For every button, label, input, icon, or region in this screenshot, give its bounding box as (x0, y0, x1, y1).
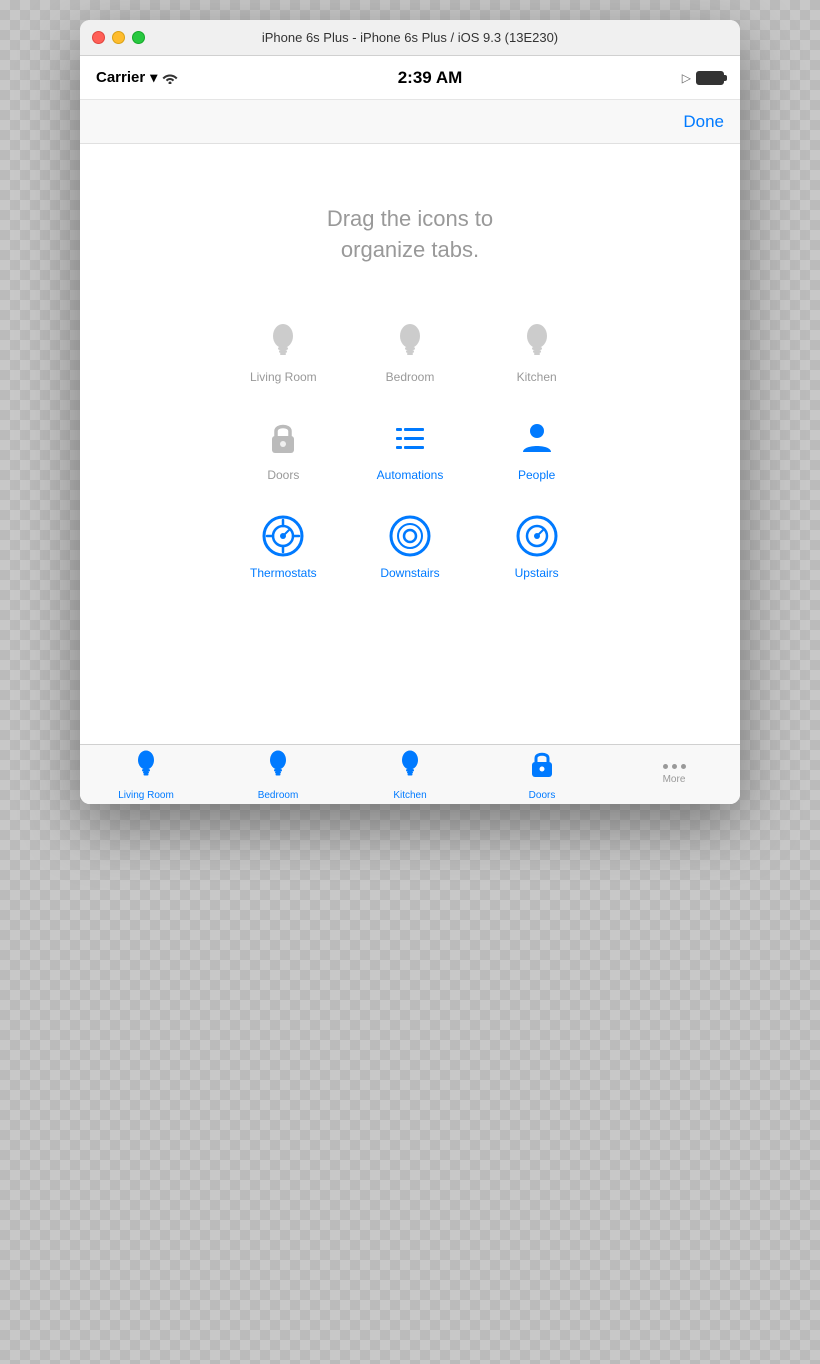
drag-hint-text: Drag the icons toorganize tabs. (327, 204, 493, 266)
icon-label-downstairs: Downstairs (380, 566, 439, 580)
wifi-signal-icon (162, 72, 178, 84)
mac-window-buttons (92, 31, 145, 44)
dot-1 (663, 764, 668, 769)
list-item[interactable]: Upstairs (483, 512, 590, 580)
tab-label-doors: Doors (529, 790, 556, 801)
icon-label-upstairs: Upstairs (515, 566, 559, 580)
list-item[interactable]: Automations (357, 414, 464, 482)
list-item[interactable]: Doors (230, 414, 337, 482)
dot-3 (681, 764, 686, 769)
tab-bedroom[interactable]: Bedroom (212, 745, 344, 804)
list-item[interactable]: Downstairs (357, 512, 464, 580)
iphone-frame: Carrier ▾ 2:39 AM ▷ Done Drag the icons … (80, 56, 740, 804)
status-left: Carrier ▾ (96, 69, 178, 86)
minimize-window-button[interactable] (112, 31, 125, 44)
icon-label-thermostats: Thermostats (250, 566, 317, 580)
tab-label-kitchen: Kitchen (393, 790, 426, 801)
mac-window: iPhone 6s Plus - iPhone 6s Plus / iOS 9.… (80, 20, 740, 804)
dot-2 (672, 764, 677, 769)
done-button[interactable]: Done (683, 112, 724, 132)
tab-bulb-icon-bedroom (264, 748, 292, 787)
wifi-icon: ▾ (150, 69, 157, 86)
tab-label-living-room: Living Room (118, 790, 174, 801)
location-icon: ▷ (682, 71, 691, 85)
tab-label-bedroom: Bedroom (258, 790, 299, 801)
nav-bar: Done (80, 100, 740, 144)
bulb-icon (259, 316, 307, 364)
tab-bar: Living Room Bedroom (80, 744, 740, 804)
tab-more[interactable]: More (608, 745, 740, 804)
tab-kitchen[interactable]: Kitchen (344, 745, 476, 804)
icon-label-doors: Doors (267, 468, 299, 482)
bulb-icon (386, 316, 434, 364)
window-title: iPhone 6s Plus - iPhone 6s Plus / iOS 9.… (262, 30, 558, 45)
upstairs-icon (513, 512, 561, 560)
tab-bulb-icon-living (132, 748, 160, 787)
icon-label-automations: Automations (377, 468, 444, 482)
lock-icon (259, 414, 307, 462)
status-right: ▷ (682, 71, 724, 85)
list-item[interactable]: Thermostats (230, 512, 337, 580)
status-time: 2:39 AM (398, 68, 463, 88)
carrier-label: Carrier (96, 69, 145, 86)
more-dots-icon (663, 764, 686, 769)
list-item[interactable]: People (483, 414, 590, 482)
close-window-button[interactable] (92, 31, 105, 44)
icon-label-living-room: Living Room (250, 370, 317, 384)
tab-lock-icon (528, 748, 556, 787)
tab-bulb-icon-kitchen (396, 748, 424, 787)
person-icon (513, 414, 561, 462)
tab-label-more: More (663, 774, 686, 785)
tab-living-room[interactable]: Living Room (80, 745, 212, 804)
icon-label-bedroom: Bedroom (386, 370, 435, 384)
icon-label-people: People (518, 468, 555, 482)
list-item[interactable]: Bedroom (357, 316, 464, 384)
status-bar: Carrier ▾ 2:39 AM ▷ (80, 56, 740, 100)
list-icon (386, 414, 434, 462)
tab-doors[interactable]: Doors (476, 745, 608, 804)
list-item[interactable]: Kitchen (483, 316, 590, 384)
maximize-window-button[interactable] (132, 31, 145, 44)
thermostat-icon (259, 512, 307, 560)
mac-titlebar: iPhone 6s Plus - iPhone 6s Plus / iOS 9.… (80, 20, 740, 56)
icon-label-kitchen: Kitchen (517, 370, 557, 384)
icon-grid: Living Room Bedroom (230, 316, 590, 580)
bulb-icon (513, 316, 561, 364)
battery-icon (696, 71, 724, 85)
list-item[interactable]: Living Room (230, 316, 337, 384)
downstairs-icon (386, 512, 434, 560)
main-content: Drag the icons toorganize tabs. Living R… (80, 144, 740, 744)
